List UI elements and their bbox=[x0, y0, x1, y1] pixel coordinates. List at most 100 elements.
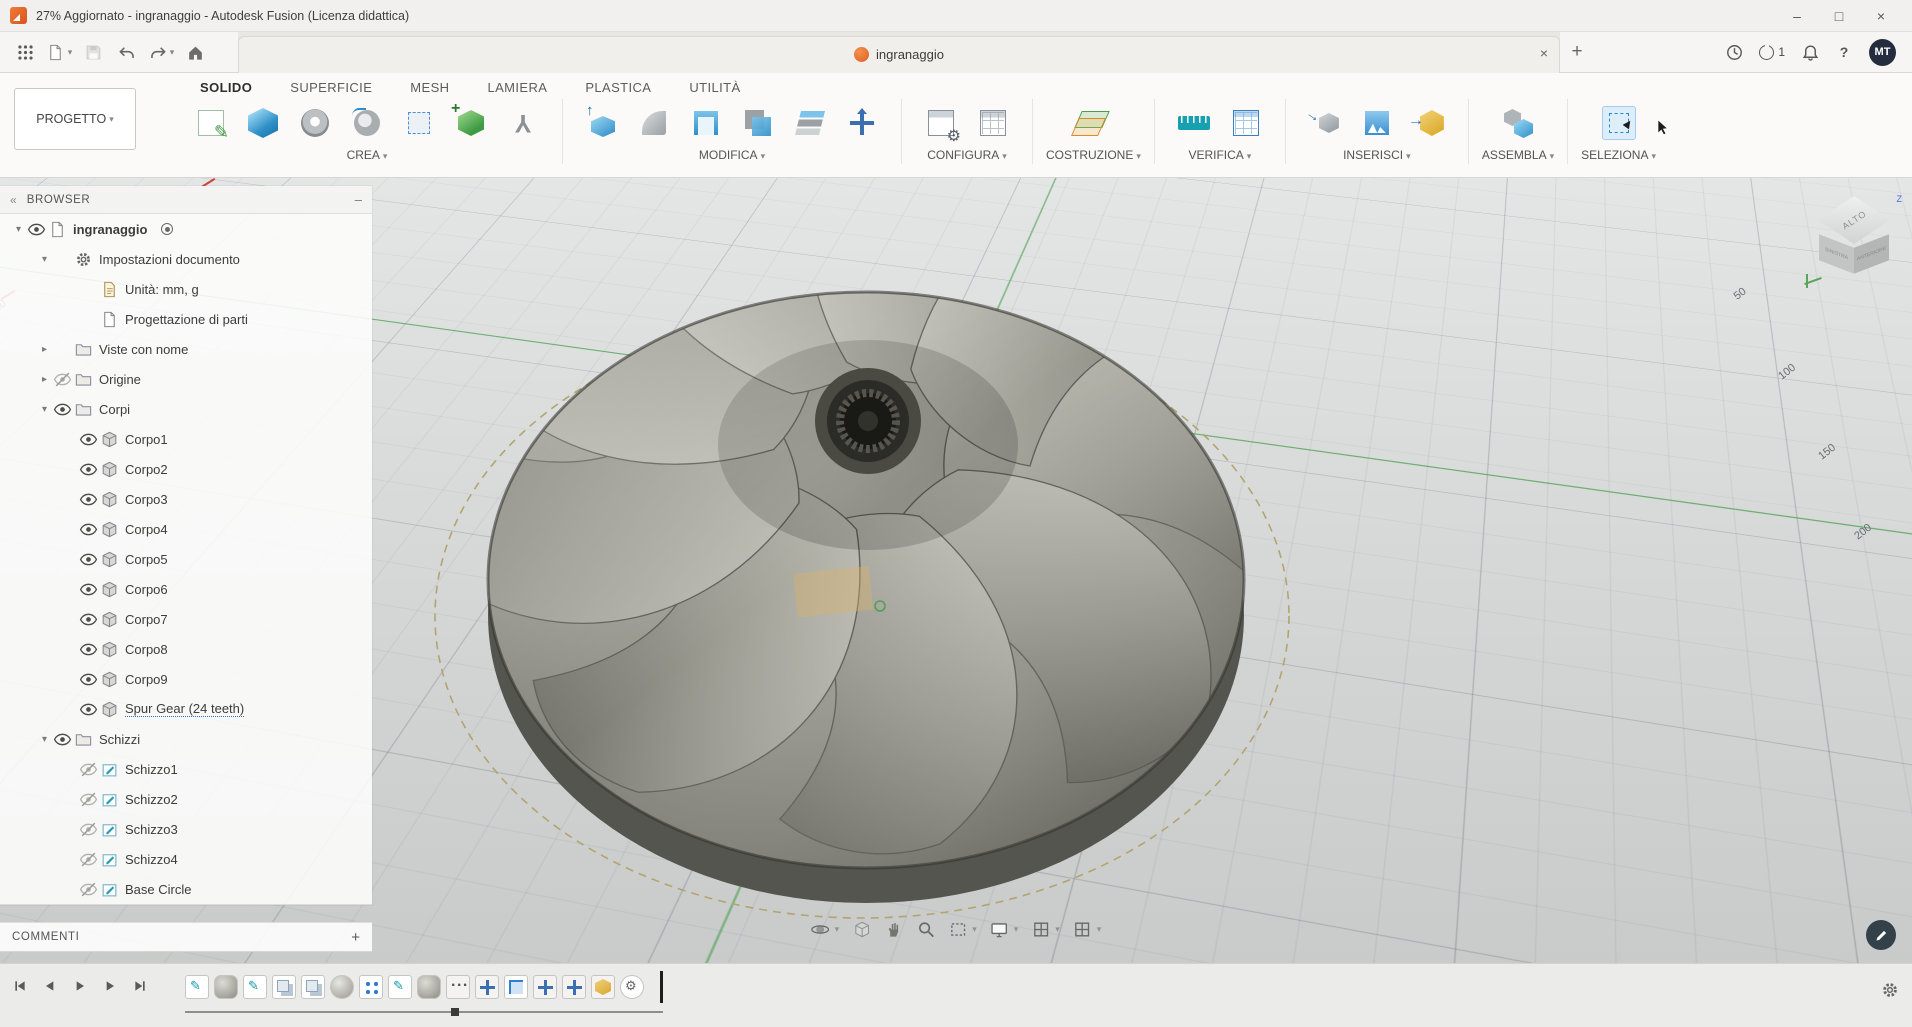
redo-button[interactable]: ▾ bbox=[146, 36, 176, 68]
minimize-button[interactable]: – bbox=[1776, 1, 1818, 31]
tree-item-corpi[interactable]: ▾ Corpi bbox=[0, 394, 372, 424]
user-avatar[interactable]: MT bbox=[1869, 38, 1896, 66]
view-cube[interactable]: ALTO SINISTRA ANTERIORE Z bbox=[1804, 194, 1902, 288]
activate-document-radio[interactable] bbox=[161, 223, 174, 235]
close-tab-button[interactable]: × bbox=[1540, 45, 1548, 61]
timeline-item-extrude[interactable] bbox=[214, 975, 238, 999]
ribbon-group-label[interactable]: VERIFICA ▾ bbox=[1188, 148, 1251, 162]
visibility-eye-off-icon[interactable] bbox=[79, 790, 98, 809]
pan-button[interactable] bbox=[884, 920, 903, 939]
measure-icon[interactable] bbox=[1177, 106, 1211, 140]
go-to-end-button[interactable] bbox=[128, 974, 152, 1000]
tab-solido[interactable]: SOLIDO bbox=[200, 80, 252, 95]
undo-button[interactable] bbox=[112, 36, 142, 68]
tree-expand-arrow[interactable]: ▾ bbox=[36, 734, 53, 745]
tree-item-base-circle[interactable]: Base Circle bbox=[0, 874, 372, 904]
visibility-eye-icon[interactable] bbox=[79, 490, 98, 509]
tree-item-schizzo4[interactable]: Schizzo4 bbox=[0, 844, 372, 874]
timeline-item-extrude[interactable] bbox=[417, 975, 441, 999]
timeline-item-move[interactable] bbox=[562, 975, 586, 999]
tree-item-corpo2[interactable]: Corpo2 bbox=[0, 454, 372, 484]
timeline-scrubber[interactable] bbox=[185, 1008, 663, 1016]
tree-item-corpo3[interactable]: Corpo3 bbox=[0, 484, 372, 514]
tree-item-corpo1[interactable]: Corpo1 bbox=[0, 424, 372, 454]
ribbon-group-label[interactable]: SELEZIONA ▾ bbox=[1581, 148, 1656, 162]
import-mesh-icon[interactable] bbox=[1408, 106, 1446, 140]
play-button[interactable] bbox=[68, 974, 92, 1000]
tab-lamiera[interactable]: LAMIERA bbox=[487, 80, 547, 95]
grid-settings-button[interactable]: ▾ bbox=[1031, 920, 1060, 939]
job-status-button[interactable] bbox=[1719, 36, 1749, 68]
tab-mesh[interactable]: MESH bbox=[410, 80, 449, 95]
timeline-item-pattern[interactable] bbox=[359, 975, 383, 999]
timeline-scrubber-handle[interactable] bbox=[451, 1008, 459, 1016]
timeline-item-move[interactable] bbox=[533, 975, 557, 999]
document-tab[interactable]: ingranaggio bbox=[238, 35, 1560, 73]
tree-item-unit-mm-g[interactable]: Unità: mm, g bbox=[0, 274, 372, 304]
tree-item-corpo7[interactable]: Corpo7 bbox=[0, 604, 372, 634]
tree-item-schizzo3[interactable]: Schizzo3 bbox=[0, 814, 372, 844]
timeline-item-form[interactable] bbox=[330, 975, 354, 999]
select-window-icon[interactable] bbox=[1601, 106, 1636, 140]
visibility-eye-icon[interactable] bbox=[79, 520, 98, 539]
timeline-item-sketch[interactable] bbox=[185, 975, 209, 999]
hub-spline-bore[interactable] bbox=[815, 368, 921, 474]
sweep-icon[interactable] bbox=[350, 106, 384, 140]
tab-superficie[interactable]: SUPERFICIE bbox=[290, 80, 372, 95]
interference-icon[interactable] bbox=[1229, 106, 1263, 140]
project-button[interactable]: PROGETTO ▾ bbox=[14, 88, 136, 150]
visibility-eye-off-icon[interactable] bbox=[79, 880, 98, 899]
assistant-button[interactable] bbox=[1866, 920, 1896, 950]
ribbon-group-label[interactable]: CONFIGURA ▾ bbox=[927, 148, 1007, 162]
file-menu-button[interactable]: ▾ bbox=[44, 36, 74, 68]
tree-item-progettazione-di-parti[interactable]: Progettazione di parti bbox=[0, 304, 372, 334]
home-button[interactable] bbox=[180, 36, 210, 68]
new-tab-button[interactable]: + bbox=[1562, 36, 1592, 68]
orbit-button[interactable]: ▾ bbox=[811, 920, 839, 939]
construction-plane-icon[interactable] bbox=[1076, 106, 1110, 140]
shell-icon[interactable] bbox=[689, 106, 723, 140]
timeline-position-marker[interactable] bbox=[660, 971, 663, 1003]
maximize-button[interactable]: □ bbox=[1818, 1, 1860, 31]
configure-icon[interactable] bbox=[924, 106, 961, 146]
go-to-start-button[interactable] bbox=[8, 974, 32, 1000]
tree-item-corpo8[interactable]: Corpo8 bbox=[0, 634, 372, 664]
step-back-button[interactable] bbox=[38, 974, 62, 1000]
visibility-eye-icon[interactable] bbox=[79, 550, 98, 569]
primitive-box-icon[interactable] bbox=[451, 100, 488, 140]
timeline-item-component[interactable] bbox=[591, 975, 615, 999]
visibility-eye-icon[interactable] bbox=[79, 670, 98, 689]
visibility-eye-icon[interactable] bbox=[79, 580, 98, 599]
app-grid-button[interactable] bbox=[10, 36, 40, 68]
tree-item-ingranaggio[interactable]: ▾ ingranaggio bbox=[0, 214, 372, 244]
timeline-item-gear-script[interactable] bbox=[620, 975, 644, 999]
visibility-eye-icon[interactable] bbox=[53, 400, 72, 419]
visibility-eye-off-icon[interactable] bbox=[79, 850, 98, 869]
bell-icon[interactable] bbox=[1795, 36, 1825, 68]
timeline-settings-button[interactable] bbox=[1880, 980, 1900, 1003]
tree-item-origine[interactable]: ▸ Origine bbox=[0, 364, 372, 394]
tree-item-impostazioni-documento[interactable]: ▾ Impostazioni documento bbox=[0, 244, 372, 274]
ribbon-group-label[interactable]: MODIFICA ▾ bbox=[699, 148, 765, 162]
ribbon-group-label[interactable]: INSERISCI ▾ bbox=[1343, 148, 1411, 162]
canvas-icon[interactable] bbox=[1360, 106, 1394, 140]
tree-item-corpo9[interactable]: Corpo9 bbox=[0, 664, 372, 694]
combine-icon[interactable] bbox=[741, 106, 775, 140]
tree-item-schizzi[interactable]: ▾ Schizzi bbox=[0, 724, 372, 754]
tree-expand-arrow[interactable]: ▾ bbox=[36, 404, 53, 415]
config-table-icon[interactable] bbox=[976, 106, 1010, 140]
ribbon-group-label[interactable]: CREA ▾ bbox=[347, 148, 388, 162]
notifications-button[interactable]: 1 bbox=[1753, 36, 1791, 68]
extrude-icon[interactable] bbox=[246, 106, 280, 140]
close-button[interactable]: × bbox=[1860, 1, 1902, 31]
tree-item-corpo5[interactable]: Corpo5 bbox=[0, 544, 372, 574]
visibility-eye-icon[interactable] bbox=[79, 430, 98, 449]
insert-derive-icon[interactable] bbox=[1308, 106, 1342, 140]
display-settings-button[interactable]: ▾ bbox=[990, 920, 1018, 939]
tree-item-viste-con-nome[interactable]: ▸ Viste con nome bbox=[0, 334, 372, 364]
visibility-eye-off-icon[interactable] bbox=[79, 820, 98, 839]
help-button[interactable]: ? bbox=[1829, 36, 1859, 68]
viewports-button[interactable]: ▾ bbox=[1073, 920, 1101, 939]
tab-plastica[interactable]: PLASTICA bbox=[585, 80, 651, 95]
visibility-eye-off-icon[interactable] bbox=[79, 760, 98, 779]
